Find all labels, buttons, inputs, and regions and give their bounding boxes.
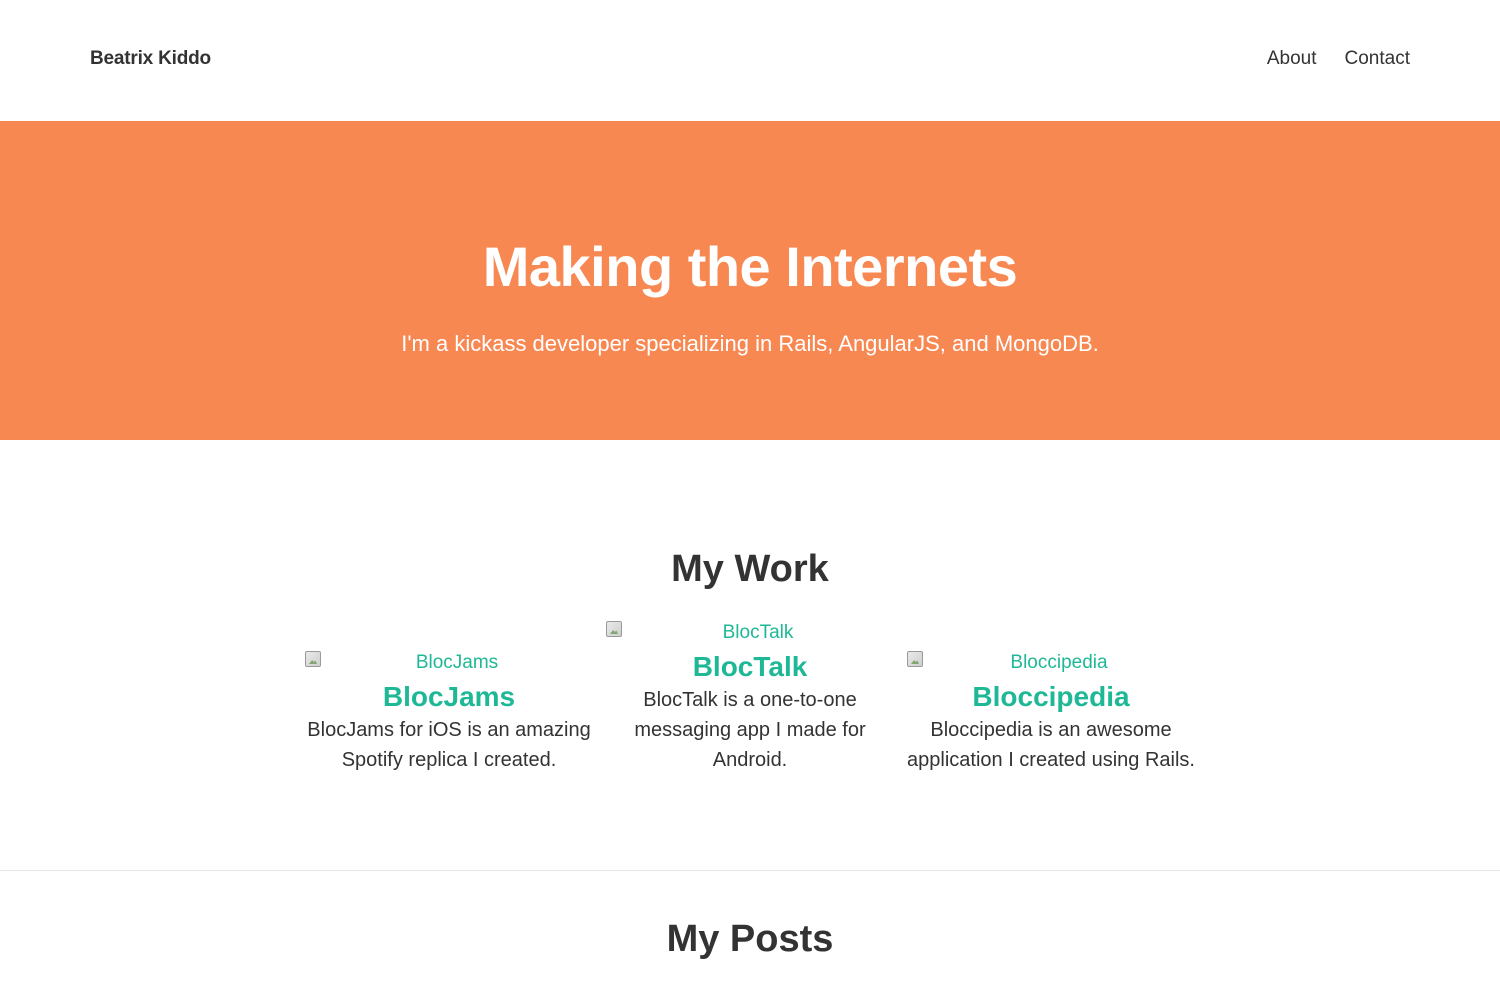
broken-image-icon (305, 651, 321, 667)
work-item-blocjams: BlocJams BlocJams BlocJams for iOS is an… (305, 651, 593, 775)
hero-title: Making the Internets (482, 235, 1018, 298)
work-title-link[interactable]: BlocJams (305, 681, 593, 713)
nav-contact-link[interactable]: Contact (1345, 48, 1410, 70)
work-description: BlocTalk is a one-to-one messaging app I… (634, 689, 866, 771)
brand-link[interactable]: Beatrix Kiddo (90, 48, 211, 70)
work-image-link[interactable]: Bloccipedia (907, 651, 1195, 675)
work-grid: BlocJams BlocJams BlocJams for iOS is an… (305, 621, 1195, 791)
section-divider (0, 870, 1500, 871)
my-posts-heading: My Posts (666, 918, 834, 960)
work-image-alt: BlocJams (415, 652, 499, 673)
work-item-bloctalk: BlocTalk BlocTalk BlocTalk is a one-to-o… (606, 621, 894, 775)
work-image-alt: Bloccipedia (1010, 652, 1108, 673)
site-header: Beatrix Kiddo About Contact (0, 0, 1500, 120)
hero-subtitle: I'm a kickass developer specializing in … (401, 331, 1099, 356)
main-nav: About Contact (1267, 48, 1410, 70)
work-description: BlocJams for iOS is an amazing Spotify r… (307, 719, 591, 771)
nav-about-link[interactable]: About (1267, 48, 1317, 70)
work-image-link[interactable]: BlocTalk (606, 621, 894, 645)
hero-banner: Making the Internets I'm a kickass devel… (0, 121, 1500, 440)
work-title-link[interactable]: Bloccipedia (907, 681, 1195, 713)
broken-image-icon (606, 621, 622, 637)
broken-image-icon (907, 651, 923, 667)
work-description: Bloccipedia is an awesome application I … (907, 719, 1195, 771)
my-work-heading: My Work (671, 548, 829, 590)
work-title-link[interactable]: BlocTalk (606, 651, 894, 683)
work-image-alt: BlocTalk (722, 622, 794, 643)
work-image-link[interactable]: BlocJams (305, 651, 593, 675)
work-item-bloccipedia: Bloccipedia Bloccipedia Bloccipedia is a… (907, 651, 1195, 775)
